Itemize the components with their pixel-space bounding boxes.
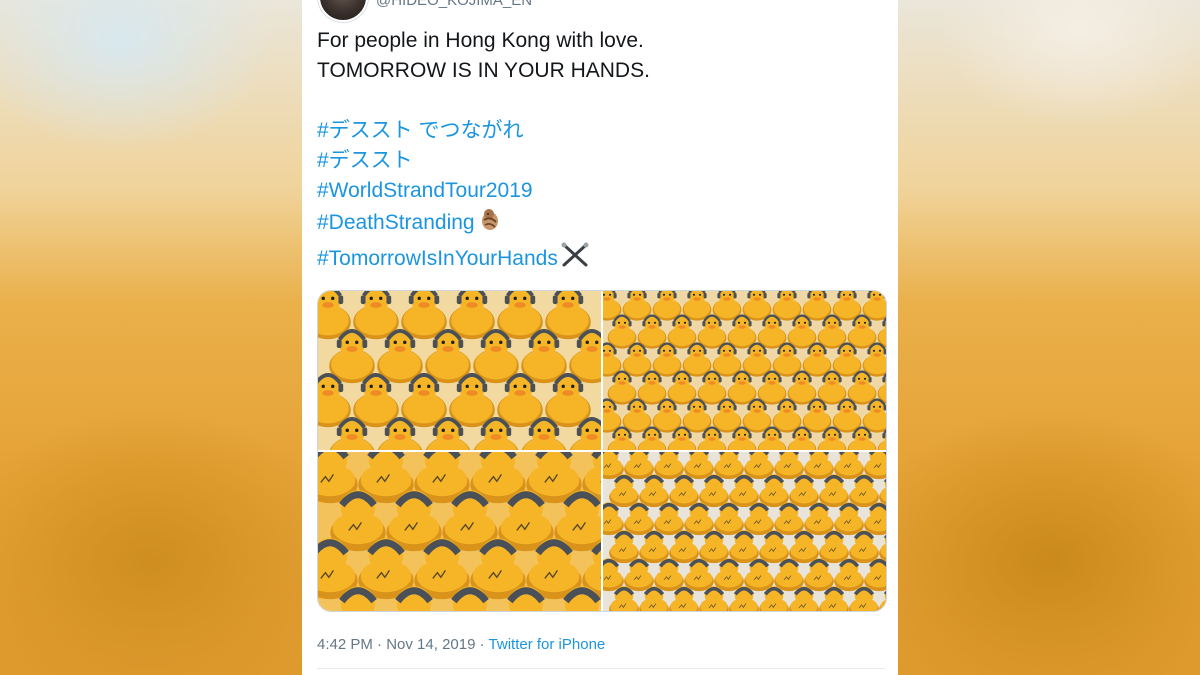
hashtag-link[interactable]: #WorldStrandTour2019 <box>317 176 877 206</box>
tweet-card: @HIDEO_KOJIMA_EN For people in Hong Kong… <box>302 0 898 675</box>
tweet-time[interactable]: 4:42 PM <box>317 636 373 653</box>
author-handle[interactable]: @HIDEO_KOJIMA_EN <box>376 0 532 9</box>
meta-separator: · <box>377 636 383 653</box>
meta-separator: · <box>479 636 485 653</box>
tweet-date[interactable]: Nov 14, 2019 <box>386 636 475 653</box>
photo-2[interactable] <box>603 291 886 450</box>
photo-3[interactable] <box>318 452 601 611</box>
hashtag-link[interactable]: #DeathStranding <box>317 211 475 234</box>
crossed-swords-icon <box>560 241 590 278</box>
media-grid <box>317 290 887 612</box>
tweet-text: For people in Hong Kong with love. TOMOR… <box>317 26 877 278</box>
tweet-meta: 4:42 PM · Nov 14, 2019 · Twitter for iPh… <box>317 636 605 653</box>
tweet-line-2: TOMORROW IS IN YOUR HANDS. <box>317 59 650 82</box>
photo-1[interactable] <box>318 291 601 450</box>
tweet-source-link[interactable]: Twitter for iPhone <box>489 636 606 653</box>
author-avatar[interactable] <box>318 0 368 22</box>
hashtag-link[interactable]: #デススト <box>317 146 877 176</box>
hashtag-link[interactable]: #デススト でつながれ <box>317 116 877 146</box>
porter-emoji-icon <box>477 206 503 241</box>
hashtag-link[interactable]: #TomorrowIsInYourHands <box>317 247 558 270</box>
photo-4[interactable] <box>603 452 886 611</box>
divider <box>317 668 885 669</box>
tweet-line-1: For people in Hong Kong with love. <box>317 29 644 52</box>
